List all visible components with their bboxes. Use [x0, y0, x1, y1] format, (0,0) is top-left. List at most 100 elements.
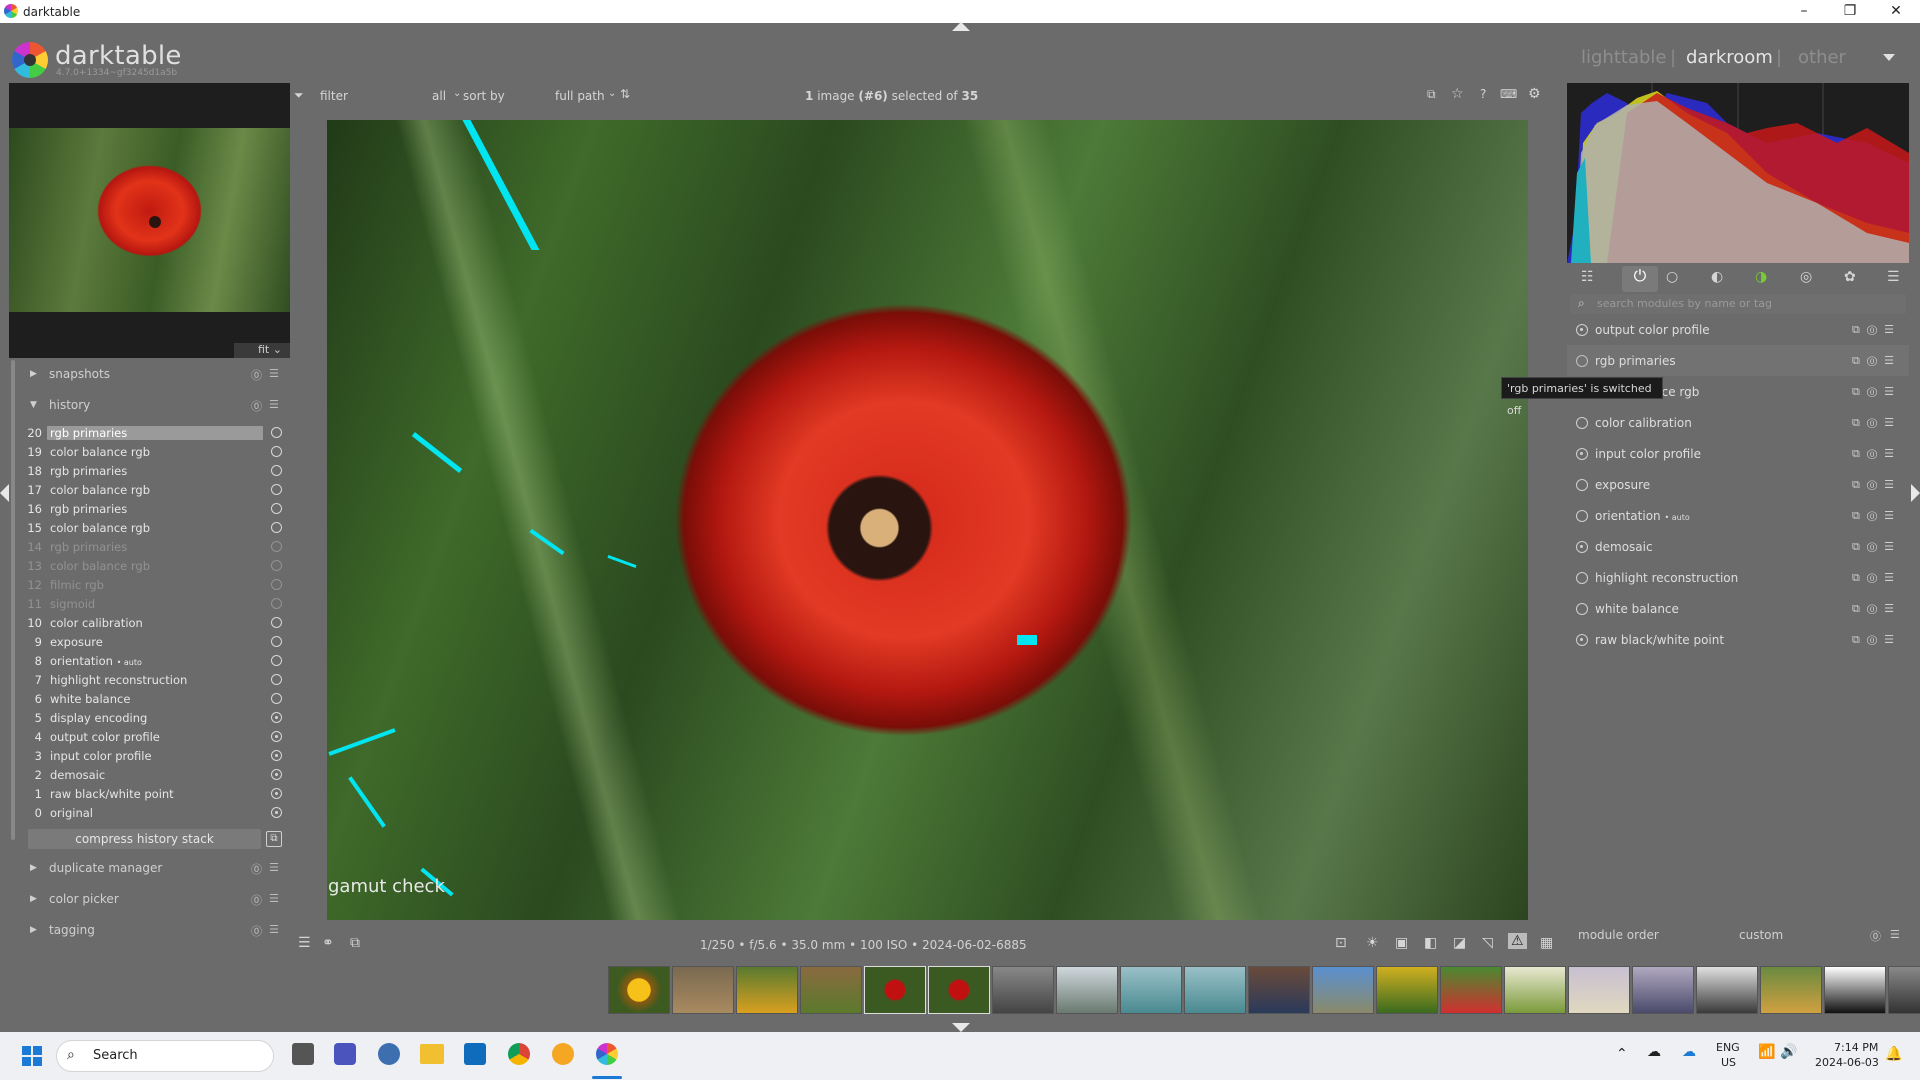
always-on-icon[interactable]: [1576, 634, 1588, 646]
compress-history-button[interactable]: compress history stack: [28, 829, 261, 849]
module-actions-icons[interactable]: ⧉⓪☰: [1852, 509, 1901, 523]
power-icon[interactable]: [1576, 572, 1588, 584]
filmstrip-thumbnail[interactable]: [864, 966, 926, 1014]
weather-icon[interactable]: [552, 1043, 574, 1065]
module-actions-icons[interactable]: ⧉⓪☰: [1852, 633, 1901, 647]
navigation-thumbnail[interactable]: [9, 128, 290, 312]
history-item[interactable]: 20 rgb primaries: [18, 424, 286, 443]
module-search-input[interactable]: search modules by name or tag: [1570, 294, 1906, 314]
always-on-icon[interactable]: [1576, 448, 1588, 460]
history-item[interactable]: 17 color balance rgb: [18, 481, 286, 500]
module-row[interactable]: exposure ⧉⓪☰: [1567, 469, 1909, 500]
grouping-icon[interactable]: ⧉: [1427, 87, 1436, 102]
copy-history-icon[interactable]: ⧉: [266, 831, 282, 847]
history-item[interactable]: 4 output color profile: [18, 728, 286, 747]
filmstrip-thumbnail[interactable]: [672, 966, 734, 1014]
module-row[interactable]: color calibration ⧉⓪☰: [1567, 407, 1909, 438]
reset-icon[interactable]: ⓪: [251, 367, 262, 383]
module-row[interactable]: input color profile ⧉⓪☰: [1567, 438, 1909, 469]
filmstrip-thumbnail[interactable]: [1760, 966, 1822, 1014]
task-view-icon[interactable]: [292, 1043, 314, 1065]
reset-icon[interactable]: ⓪: [251, 398, 262, 414]
power-icon[interactable]: [1576, 510, 1588, 522]
always-on-icon[interactable]: [1576, 324, 1588, 336]
presets-icon[interactable]: ☰: [269, 367, 279, 380]
filmstrip-thumbnail[interactable]: [1248, 966, 1310, 1014]
chevron-up-icon[interactable]: ⌃: [1616, 1046, 1628, 1062]
history-item[interactable]: 15 color balance rgb: [18, 519, 286, 538]
module-order-value[interactable]: custom: [1739, 928, 1783, 942]
presets-icon[interactable]: ☰: [269, 892, 279, 905]
onedrive-icon[interactable]: ☁: [1682, 1044, 1696, 1060]
quick-access-icon[interactable]: ☰: [298, 935, 311, 951]
collapse-filmstrip-icon[interactable]: [952, 1023, 970, 1032]
cloud-icon[interactable]: ☁: [1647, 1044, 1661, 1060]
gear-icon[interactable]: ⚙: [1528, 86, 1541, 102]
notifications-icon[interactable]: 🔔: [1885, 1046, 1902, 1062]
module-actions-icons[interactable]: ⧉⓪☰: [1852, 323, 1901, 337]
wifi-icon[interactable]: 📶: [1758, 1044, 1775, 1060]
color-assessment-icon[interactable]: ☀: [1366, 935, 1379, 951]
zoom-fit-select[interactable]: fit ⌄: [234, 343, 290, 358]
view-lighttable[interactable]: lighttable: [1581, 47, 1666, 68]
minimize-button[interactable]: –: [1781, 1, 1827, 21]
reset-icon[interactable]: ⓪: [1870, 928, 1881, 944]
history-item[interactable]: 9 exposure: [18, 633, 286, 652]
tone-modules-tab-icon[interactable]: ◐: [1711, 269, 1723, 285]
sort-select[interactable]: full path: [555, 89, 605, 103]
filmstrip-thumbnail[interactable]: [1888, 966, 1920, 1014]
module-row[interactable]: orientation • auto ⧉⓪☰: [1567, 500, 1909, 531]
power-icon[interactable]: [1576, 603, 1588, 615]
gamut-check-icon[interactable]: ◹: [1482, 935, 1493, 951]
presets-icon[interactable]: ☰: [269, 861, 279, 874]
section-snapshots[interactable]: ▶ snapshots ⓪ ☰: [18, 361, 286, 389]
history-item[interactable]: 2 demosaic: [18, 766, 286, 785]
history-item[interactable]: 3 input color profile: [18, 747, 286, 766]
filter-icon[interactable]: ⏷: [294, 88, 304, 103]
volume-icon[interactable]: 🔊: [1780, 1044, 1797, 1060]
view-darkroom[interactable]: darkroom: [1686, 47, 1773, 68]
filmstrip-thumbnail[interactable]: [736, 966, 798, 1014]
help-icon[interactable]: ?: [1480, 87, 1486, 101]
maximize-button[interactable]: ❐: [1827, 1, 1873, 21]
clipping-icon[interactable]: ◧: [1424, 935, 1437, 951]
base-modules-tab-icon[interactable]: ○: [1666, 269, 1678, 285]
views-dropdown-icon[interactable]: [1883, 54, 1895, 61]
module-row[interactable]: highlight reconstruction ⧉⓪☰: [1567, 562, 1909, 593]
start-button-icon[interactable]: [22, 1046, 42, 1066]
focus-peaking-icon[interactable]: ⊡: [1335, 935, 1347, 951]
history-item[interactable]: 0 original: [18, 804, 286, 823]
module-row[interactable]: raw black/white point ⧉⓪☰: [1567, 624, 1909, 655]
presets-icon[interactable]: ☰: [1890, 928, 1900, 941]
reset-icon[interactable]: ⓪: [251, 923, 262, 939]
history-item[interactable]: 6 white balance: [18, 690, 286, 709]
filter-select[interactable]: all: [432, 89, 446, 103]
module-actions-icons[interactable]: ⧉⓪☰: [1852, 540, 1901, 554]
histogram[interactable]: [1567, 83, 1909, 263]
filmstrip-thumbnail[interactable]: [608, 966, 670, 1014]
section-duplicate-manager[interactable]: ▶ duplicate manager ⓪ ☰: [18, 855, 286, 883]
chrome-icon[interactable]: [508, 1043, 530, 1065]
warning-icon[interactable]: ⚠: [1508, 933, 1527, 949]
raw-overexposed-icon[interactable]: ▣: [1395, 935, 1408, 951]
filmstrip-thumbnail[interactable]: [1376, 966, 1438, 1014]
section-history[interactable]: ▼ history ⓪ ☰: [18, 392, 286, 420]
collapse-right-panel-icon[interactable]: [1911, 484, 1920, 502]
taskbar-search-box[interactable]: ⌕ Search: [56, 1040, 274, 1072]
collapse-left-panel-icon[interactable]: [0, 484, 9, 502]
active-modules-tab-icon[interactable]: ⏻: [1622, 266, 1658, 292]
power-icon[interactable]: [1576, 417, 1588, 429]
module-row[interactable]: white balance ⧉⓪☰: [1567, 593, 1909, 624]
filmstrip-thumbnail[interactable]: [1632, 966, 1694, 1014]
settings-app-icon[interactable]: [378, 1043, 400, 1065]
module-actions-icons[interactable]: ⧉⓪☰: [1852, 602, 1901, 616]
view-other[interactable]: other: [1798, 47, 1846, 68]
history-item[interactable]: 7 highlight reconstruction: [18, 671, 286, 690]
teams-icon[interactable]: [334, 1043, 356, 1065]
filmstrip-thumbnail[interactable]: [928, 966, 990, 1014]
history-item[interactable]: 5 display encoding: [18, 709, 286, 728]
presets-icon[interactable]: ☰: [269, 923, 279, 936]
module-actions-icons[interactable]: ⧉⓪☰: [1852, 478, 1901, 492]
sort-order-icon[interactable]: ⇅: [620, 87, 630, 101]
history-item[interactable]: 11 sigmoid: [18, 595, 286, 614]
